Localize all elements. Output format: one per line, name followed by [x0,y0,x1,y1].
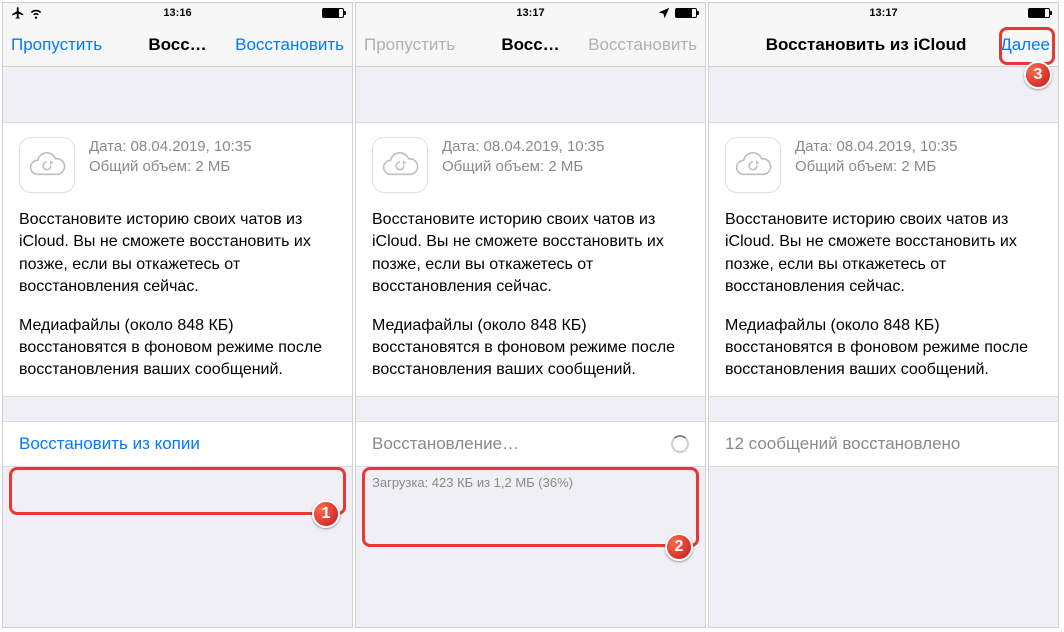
restored-count-row: 12 сообщений восстановлено [709,421,1058,467]
nav-title: Восстановить из iCloud [766,35,967,55]
description-2: Медиафайлы (около 848 КБ) восстановятся … [19,315,336,382]
phone-screenshot-3: 13:17 Восстановить из iCloud Далее Дата:… [708,2,1059,628]
backup-date: Дата: 08.04.2019, 10:35 [795,137,958,157]
nav-bar: Пропустить Восс… Восстановить [356,23,705,67]
location-icon [657,6,671,20]
cloud-restore-icon [372,137,428,193]
battery-icon [1028,8,1050,18]
restore-from-backup-button[interactable]: Восстановить из копии [3,421,352,467]
battery-icon [322,8,344,18]
status-bar: 13:17 [709,3,1058,23]
callout-badge-1: 1 [312,500,340,528]
airplane-icon [11,6,25,20]
description-1: Восстановите историю своих чатов из iClo… [372,209,689,299]
backup-size: Общий объем: 2 МБ [442,157,605,177]
backup-date: Дата: 08.04.2019, 10:35 [442,137,605,157]
phone-screenshot-2: 13:17 Пропустить Восс… Восстановить Дата… [355,2,706,628]
description-2: Медиафайлы (около 848 КБ) восстановятся … [372,315,689,382]
restore-nav-button[interactable]: Восстановить [235,35,344,55]
status-bar: 13:16 [3,3,352,23]
backup-date: Дата: 08.04.2019, 10:35 [89,137,252,157]
battery-icon [675,8,697,18]
description-2: Медиафайлы (около 848 КБ) восстановятся … [725,315,1042,382]
skip-button[interactable]: Пропустить [11,35,102,55]
status-time: 13:16 [3,7,352,19]
status-time: 13:17 [356,7,705,19]
callout-box-2 [362,467,699,547]
skip-button-disabled: Пропустить [364,35,455,55]
spinner-icon [671,435,689,453]
backup-size: Общий объем: 2 МБ [795,157,958,177]
nav-title: Восс… [501,35,559,55]
callout-badge-2: 2 [665,533,693,561]
backup-info-card: Дата: 08.04.2019, 10:35 Общий объем: 2 М… [3,122,352,397]
backup-size: Общий объем: 2 МБ [89,157,252,177]
callout-box-3 [999,27,1055,65]
callout-badge-3: 3 [1024,61,1052,89]
description-1: Восстановите историю своих чатов из iClo… [19,209,336,299]
status-time: 13:17 [709,7,1058,19]
status-bar: 13:17 [356,3,705,23]
backup-info-card: Дата: 08.04.2019, 10:35 Общий объем: 2 М… [709,122,1058,397]
content-area: Дата: 08.04.2019, 10:35 Общий объем: 2 М… [3,67,352,627]
restoring-status-row: Восстановление… [356,421,705,467]
cloud-restore-icon [19,137,75,193]
callout-box-1 [9,467,346,515]
description-1: Восстановите историю своих чатов из iClo… [725,209,1042,299]
nav-bar: Пропустить Восс… Восстановить [3,23,352,67]
cloud-restore-icon [725,137,781,193]
content-area: Дата: 08.04.2019, 10:35 Общий объем: 2 М… [709,67,1058,627]
wifi-icon [29,6,43,20]
restore-nav-button-disabled: Восстановить [588,35,697,55]
phone-screenshot-1: 13:16 Пропустить Восс… Восстановить Дата… [2,2,353,628]
backup-info-card: Дата: 08.04.2019, 10:35 Общий объем: 2 М… [356,122,705,397]
nav-title: Восс… [148,35,206,55]
